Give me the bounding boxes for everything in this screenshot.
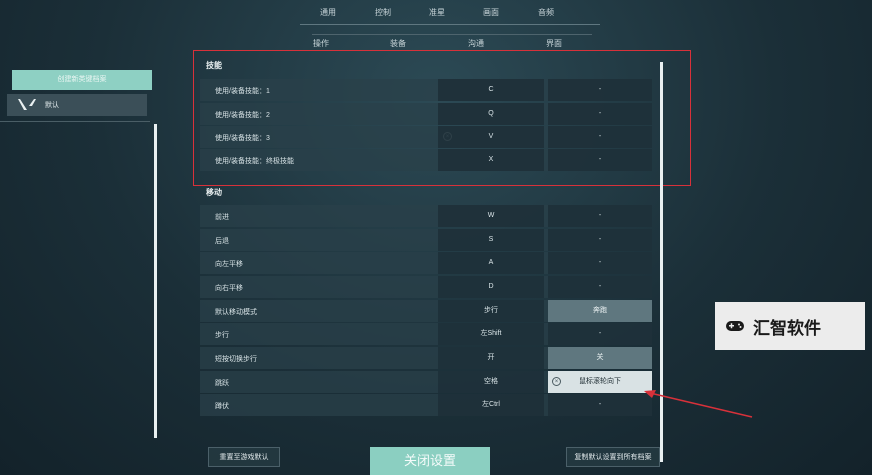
section-header-movement: 移动: [206, 188, 222, 197]
tab-general[interactable]: 通用: [320, 7, 336, 18]
tab-audio[interactable]: 音频: [538, 7, 554, 18]
run-option[interactable]: 奔跑: [548, 300, 652, 322]
tab-crosshair[interactable]: 准星: [429, 7, 445, 18]
create-profile-button[interactable]: 创建新类键档案: [12, 70, 152, 90]
primary-key-slot[interactable]: S: [438, 229, 544, 251]
keybind-row: 默认移动模式 步行 奔跑: [200, 300, 652, 322]
profile-name: 默认: [45, 102, 59, 109]
keybind-row: 后退 S -: [200, 229, 652, 251]
sub-nav-divider: [312, 34, 592, 35]
row-label: 短按切换步行: [215, 356, 257, 363]
keybind-row: 前进 W -: [200, 205, 652, 227]
toggle-on-option[interactable]: 开: [438, 347, 544, 369]
keybind-row: 蹲伏 左Ctrl -: [200, 394, 652, 416]
tab-communication[interactable]: 沟通: [468, 38, 484, 49]
gamepad-icon: [726, 321, 744, 331]
primary-key-slot[interactable]: 左Shift: [438, 323, 544, 345]
highlight-box: [193, 50, 691, 186]
walk-option[interactable]: 步行: [438, 300, 544, 322]
keybind-row: 向左平移 A -: [200, 252, 652, 274]
watermark-text: 汇智软件: [753, 318, 821, 338]
clear-binding-icon[interactable]: ×: [552, 377, 561, 386]
primary-key-slot[interactable]: 空格: [438, 371, 544, 393]
secondary-key-slot[interactable]: -: [548, 323, 652, 345]
watermark-badge: 汇智软件: [715, 302, 865, 350]
tab-actions[interactable]: 操作: [313, 38, 329, 49]
tab-video[interactable]: 画面: [483, 7, 499, 18]
top-nav: 通用 控制 准星 画面 音频: [300, 0, 580, 24]
keybind-row: 向右平移 D -: [200, 276, 652, 298]
secondary-key-slot[interactable]: -: [548, 252, 652, 274]
row-label: 向右平移: [215, 285, 243, 292]
reset-default-button[interactable]: 重置至游戏默认: [208, 447, 280, 467]
primary-key-slot[interactable]: D: [438, 276, 544, 298]
valorant-logo-icon: [18, 99, 36, 110]
primary-key-slot[interactable]: A: [438, 252, 544, 274]
top-nav-divider: [300, 24, 600, 25]
primary-key-slot[interactable]: W: [438, 205, 544, 227]
row-label: 后退: [215, 238, 229, 245]
sidebar-scrollbar[interactable]: [154, 124, 157, 438]
row-label: 蹲伏: [215, 403, 229, 410]
tab-interface[interactable]: 界面: [546, 38, 562, 49]
keybind-row: 跳跃 空格 鼠标滚轮向下 ×: [200, 371, 652, 393]
row-label: 跳跃: [215, 380, 229, 387]
keybind-row: 步行 左Shift -: [200, 323, 652, 345]
annotation-arrow-icon: [644, 390, 753, 418]
copy-defaults-button[interactable]: 复制默认设置到所有档案: [566, 447, 660, 467]
secondary-key-slot[interactable]: -: [548, 229, 652, 251]
row-label: 前进: [215, 214, 229, 221]
tab-controls[interactable]: 控制: [375, 7, 391, 18]
secondary-key-slot[interactable]: -: [548, 205, 652, 227]
secondary-key-slot[interactable]: -: [548, 276, 652, 298]
keybind-row: 短按切换步行 开 关: [200, 347, 652, 369]
close-settings-button[interactable]: 关闭设置: [370, 447, 490, 475]
row-label: 默认移动模式: [215, 309, 257, 316]
profile-item-default[interactable]: 默认: [7, 94, 147, 116]
row-label: 向左平移: [215, 261, 243, 268]
toggle-off-option[interactable]: 关: [548, 347, 652, 369]
sidebar-divider: [0, 121, 150, 122]
row-label: 步行: [215, 332, 229, 339]
primary-key-slot[interactable]: 左Ctrl: [438, 394, 544, 416]
tab-equipment[interactable]: 装备: [390, 38, 406, 49]
